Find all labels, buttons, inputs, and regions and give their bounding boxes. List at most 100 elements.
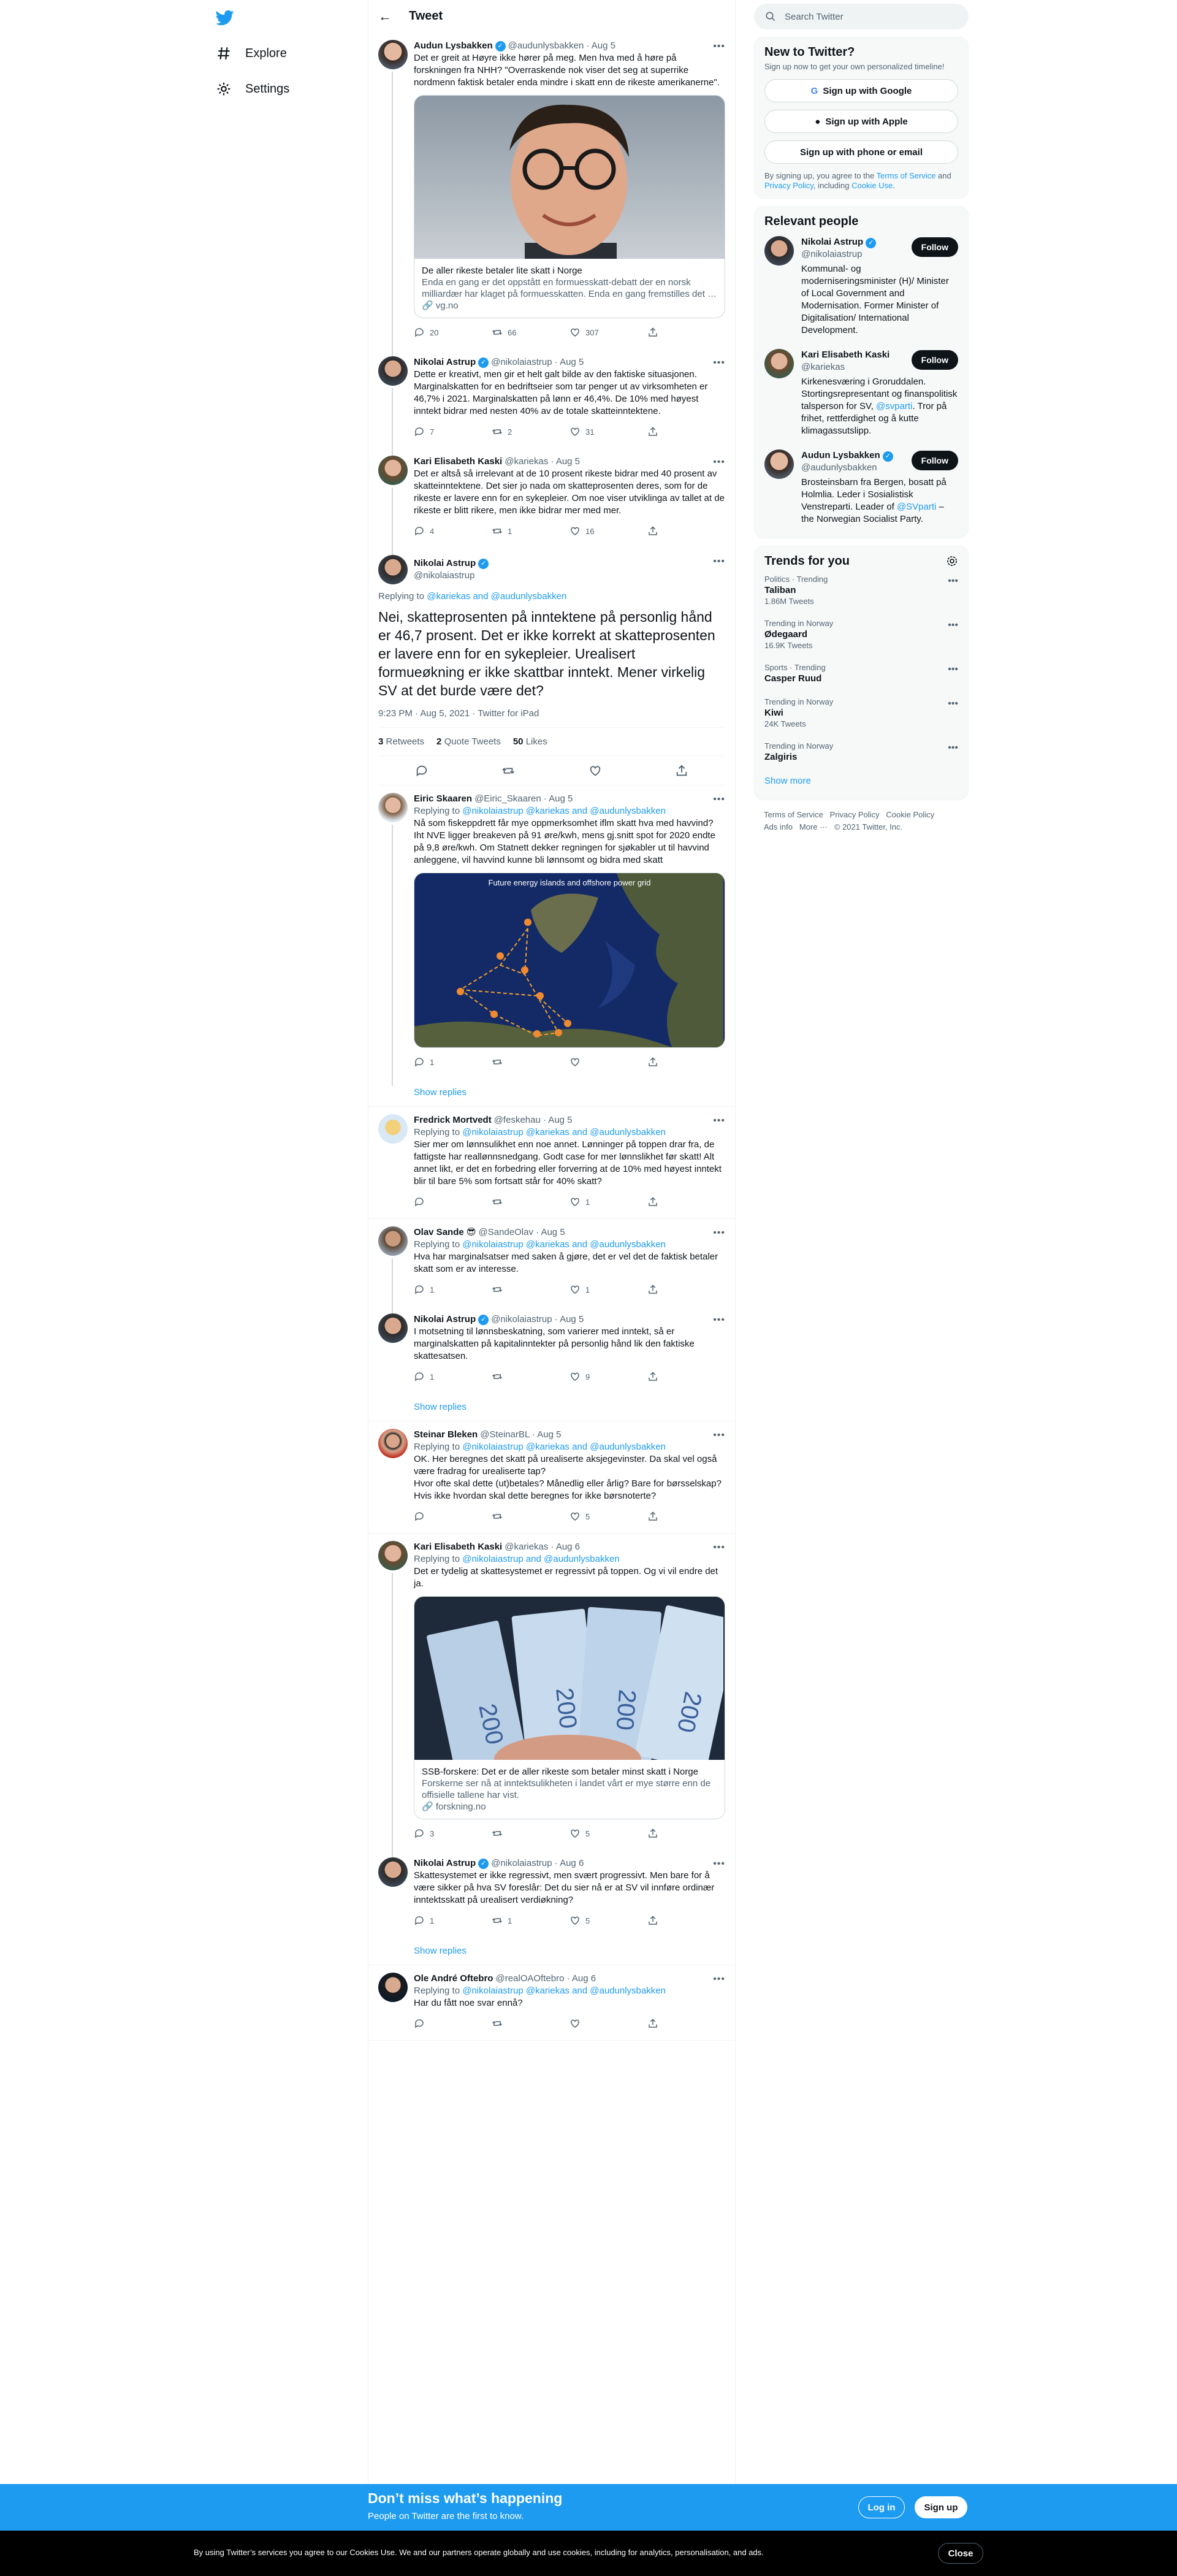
heart-icon[interactable] (588, 764, 602, 778)
share-button[interactable] (647, 327, 725, 338)
tweet-author-name[interactable]: Nikolai Astrup (414, 1313, 476, 1326)
reply-tweet[interactable]: ••• Nikolai Astrup ✓ @nikolaiastrup · Aug … (368, 1850, 735, 1937)
avatar[interactable] (378, 356, 408, 386)
login-button[interactable]: Log in (858, 2496, 905, 2518)
reply-tweet[interactable]: ••• Steinar Bleken @SteinarBL · Aug 5 Rep… (368, 1421, 735, 1534)
signup-button[interactable]: Sign up (915, 2496, 967, 2518)
reply-tweet[interactable]: ••• Ole André Oftebro @realOAOftebro · Au… (368, 1965, 735, 2041)
replying-to-users[interactable]: @nikolaiastrup @kariekas and @audunlysba… (462, 1442, 666, 1452)
cookie-close-button[interactable]: Close (938, 2543, 983, 2564)
retweet-button[interactable] (492, 1196, 569, 1207)
like-button[interactable] (569, 2018, 647, 2029)
like-button[interactable]: 307 (569, 327, 647, 338)
trend-item[interactable]: Sports · Trending Casper Ruud ••• (764, 657, 958, 691)
reply-button[interactable]: 1 (414, 1284, 492, 1295)
reply-tweet[interactable]: ••• Kari Elisabeth Kaski @kariekas · Aug … (368, 1534, 735, 1857)
reply-tweet[interactable]: ••• Olav Sande 😎 @SandeOlav · Aug 5 Reply… (368, 1219, 735, 1313)
thread-tweet[interactable]: ••• Audun Lysbakken ✓ @audunlysbakken · Au… (368, 32, 735, 356)
reply-button[interactable] (414, 1511, 492, 1522)
footer-cookie-link[interactable]: Cookie Policy (886, 810, 934, 819)
more-options-icon[interactable]: ••• (713, 1315, 725, 1326)
footer-terms-link[interactable]: Terms of Service (764, 810, 823, 819)
retweets-stat[interactable]: 3 Retweets (378, 736, 424, 747)
more-options-icon[interactable]: ••• (948, 576, 958, 587)
terms-link[interactable]: Terms of Service (877, 171, 936, 180)
tweet-author-name[interactable]: Audun Lysbakken (414, 40, 493, 52)
replying-to-users[interactable]: @kariekas and @audunlysbakken (427, 591, 566, 602)
avatar[interactable] (378, 793, 408, 822)
tweet-author-name[interactable]: Fredrick Mortvedt (414, 1114, 492, 1126)
bio-mention-link[interactable]: @svparti (876, 401, 912, 411)
more-options-icon[interactable]: ••• (948, 664, 958, 675)
reply-button[interactable]: 20 (414, 327, 492, 338)
follow-button[interactable]: Follow (911, 350, 958, 370)
nav-explore[interactable]: Explore (215, 38, 287, 69)
reply-button[interactable] (414, 1196, 492, 1207)
footer-more-link[interactable]: More ··· (799, 822, 828, 831)
phone-signup-button[interactable]: Sign up with phone or email (764, 140, 958, 164)
share-button[interactable] (647, 1284, 725, 1295)
more-options-icon[interactable]: ••• (713, 357, 725, 369)
retweet-button[interactable]: 66 (492, 327, 569, 338)
more-options-icon[interactable]: ••• (713, 1542, 725, 1553)
replying-to-users[interactable]: @nikolaiastrup @kariekas and @audunlysba… (462, 1127, 666, 1137)
gear-icon[interactable] (946, 555, 958, 567)
avatar[interactable] (764, 349, 794, 378)
avatar[interactable] (378, 1313, 408, 1343)
like-button[interactable]: 5 (569, 1828, 647, 1839)
link-card[interactable]: 200 200 200 200 SSB-forskere: Det er de … (414, 1596, 725, 1819)
tweet-media[interactable]: Future energy islands and offshore power… (414, 873, 725, 1048)
replying-to-users[interactable]: @nikolaiastrup @kariekas and @audunlysba… (462, 1239, 666, 1250)
trend-item[interactable]: Trending in Norway Ødegaard 16.9K Tweets ••… (764, 613, 958, 657)
retweet-button[interactable] (492, 1371, 569, 1382)
bio-mention-link[interactable]: @SVparti (897, 502, 936, 512)
cookie-use-link[interactable]: Cookie Use (851, 181, 893, 190)
retweet-button[interactable] (492, 1828, 569, 1839)
like-button[interactable]: 9 (569, 1371, 647, 1382)
share-button[interactable] (647, 2018, 725, 2029)
person-name[interactable]: Audun Lysbakken (801, 450, 880, 461)
more-options-icon[interactable]: ••• (713, 556, 725, 567)
retweet-button[interactable] (492, 1511, 569, 1522)
avatar[interactable] (378, 40, 408, 69)
follow-button[interactable]: Follow (911, 237, 958, 257)
back-arrow-icon[interactable]: ← (378, 9, 397, 25)
retweet-icon[interactable] (501, 764, 515, 778)
reply-button[interactable]: 4 (414, 526, 492, 537)
replying-to-users[interactable]: @nikolaiastrup and @audunlysbakken (462, 1554, 619, 1564)
share-button[interactable] (647, 526, 725, 537)
retweet-button[interactable]: 1 (492, 526, 569, 537)
reply-button[interactable] (414, 2018, 492, 2029)
share-button[interactable] (647, 1511, 725, 1522)
link-card[interactable]: De aller rikeste betaler lite skatt i No… (414, 95, 725, 318)
trend-item[interactable]: Politics · Trending Taliban 1.86M Tweets ••… (764, 568, 958, 613)
like-button[interactable]: 1 (569, 1284, 647, 1295)
like-button[interactable]: 5 (569, 1511, 647, 1522)
relevant-person[interactable]: Nikolai Astrup ✓ @nikolaiastrup Kommunal… (764, 229, 958, 342)
like-button[interactable]: 1 (569, 1196, 647, 1207)
reply-tweet[interactable]: ••• Fredrick Mortvedt @feskehau · Aug 5 R… (368, 1107, 735, 1219)
reply-button[interactable]: 1 (414, 1371, 492, 1382)
avatar[interactable] (378, 555, 408, 584)
tweet-author-name[interactable]: Kari Elisabeth Kaski (414, 456, 502, 468)
reply-icon[interactable] (415, 764, 429, 778)
avatar[interactable] (378, 456, 408, 485)
thread-tweet[interactable]: ••• Nikolai Astrup ✓ @nikolaiastrup · Aug … (368, 349, 735, 456)
tweet-timestamp[interactable]: 9:23 PM · Aug 5, 2021 · Twitter for iPad (378, 708, 725, 728)
trend-item[interactable]: Trending in Norway Zalgiris ••• (764, 735, 958, 770)
retweet-button[interactable] (492, 1284, 569, 1295)
avatar[interactable] (378, 1973, 408, 2002)
share-icon[interactable] (675, 764, 688, 778)
avatar[interactable] (378, 1857, 408, 1887)
show-replies-link[interactable]: Show replies (368, 1079, 735, 1107)
more-options-icon[interactable]: ••• (713, 794, 725, 805)
footer-ads-link[interactable]: Ads info (764, 822, 793, 831)
more-options-icon[interactable]: ••• (948, 743, 958, 754)
avatar[interactable] (378, 1226, 408, 1256)
footer-privacy-link[interactable]: Privacy Policy (830, 810, 880, 819)
more-options-icon[interactable]: ••• (713, 457, 725, 468)
show-replies-link[interactable]: Show replies (368, 1393, 735, 1421)
replying-to-users[interactable]: @nikolaiastrup @kariekas and @audunlysba… (462, 1986, 666, 1996)
more-options-icon[interactable]: ••• (948, 698, 958, 709)
share-button[interactable] (647, 426, 725, 437)
